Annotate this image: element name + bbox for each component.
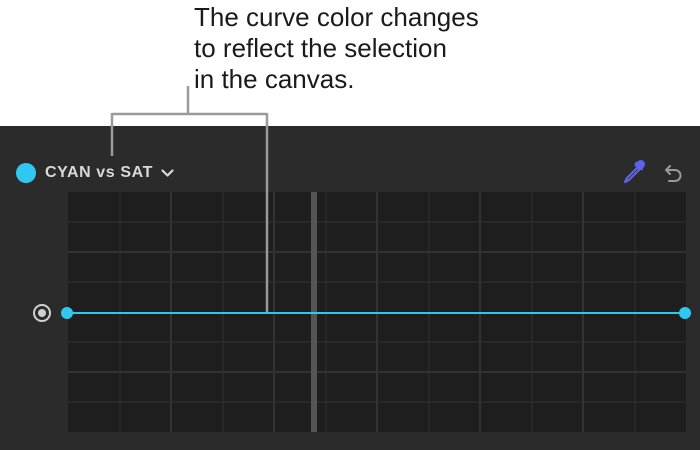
- curve-layer: [61, 307, 691, 319]
- curve-start-handle[interactable]: [61, 307, 73, 319]
- curve-end-handle[interactable]: [679, 307, 691, 319]
